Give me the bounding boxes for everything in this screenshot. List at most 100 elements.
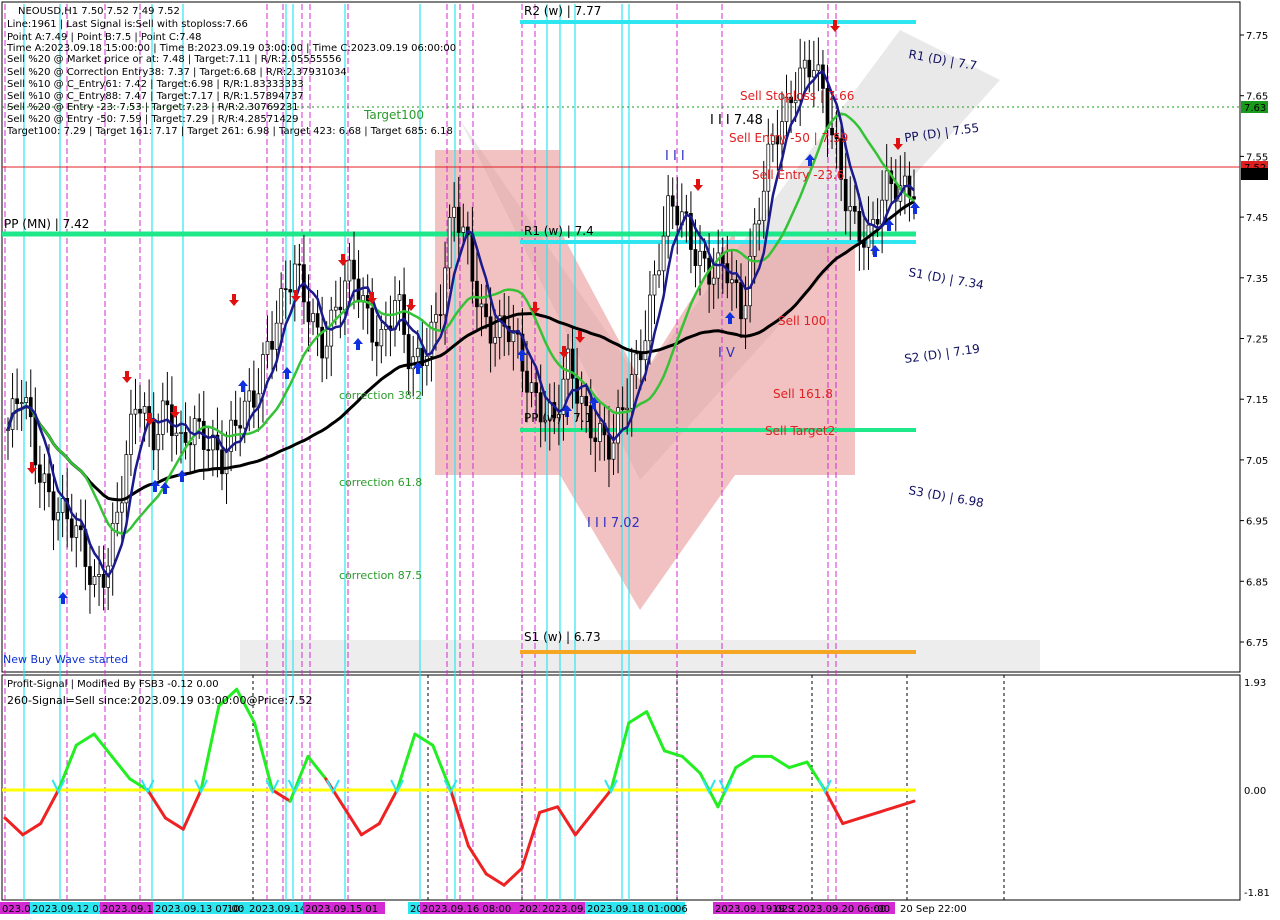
candle-body — [261, 354, 265, 395]
candle-body — [903, 175, 907, 187]
candle-body — [739, 282, 743, 320]
candle-body — [743, 305, 748, 320]
wave-top-label: I I I — [665, 149, 685, 164]
candle-body — [129, 413, 133, 455]
candle-body — [625, 407, 630, 411]
candle-body — [611, 442, 616, 460]
candle-body — [757, 220, 762, 225]
correction-61-label: correction 61.8 — [339, 476, 422, 489]
sell-stoploss-label: Sell Stoploss | 7.66 — [740, 89, 854, 103]
candle-body — [92, 576, 97, 585]
candle-body — [283, 288, 288, 291]
candle-body — [534, 382, 538, 394]
candle-body — [811, 70, 816, 78]
time-label: 2023.09.15 01 — [305, 904, 378, 915]
time-label: 20 Sep 22:00 — [900, 904, 967, 915]
candle-body — [160, 400, 165, 435]
candle-body — [607, 434, 611, 460]
candle-body — [488, 316, 493, 344]
candle-body — [652, 274, 657, 296]
candle-body — [848, 206, 853, 212]
candle-body — [370, 307, 375, 343]
time-axis: 023.092023.09.12 02:02023.09.1 2023.09.13… — [0, 902, 967, 915]
candle-body — [725, 263, 730, 284]
candle-body — [88, 566, 92, 585]
candle-body — [752, 223, 757, 257]
candle-body — [661, 235, 666, 272]
candle-body — [374, 341, 379, 347]
candle-body — [807, 59, 812, 78]
candle-body — [443, 267, 447, 316]
candle-body — [402, 294, 406, 335]
candle-body — [224, 451, 229, 475]
candle-body — [274, 322, 279, 350]
candle-body — [397, 294, 402, 301]
candle-body — [620, 407, 625, 411]
candle-body — [579, 396, 584, 404]
price-tick-label: 7.15 — [1246, 395, 1268, 406]
candle-body — [852, 206, 857, 212]
candle-body — [206, 449, 211, 451]
candle-body — [124, 454, 129, 504]
time-label: 10: — [227, 904, 243, 915]
candle-body — [192, 418, 197, 446]
candle-body — [311, 313, 315, 323]
price-tag-black-text: 7.52 — [1244, 170, 1266, 181]
sell-entry-50-label: Sell Entry -50 | 7.59 — [729, 131, 848, 145]
candle-body — [598, 423, 602, 442]
price-tick-label: 6.85 — [1246, 577, 1268, 588]
candle-body — [238, 425, 243, 429]
candle-body — [165, 400, 170, 406]
candle-body — [315, 313, 320, 328]
chart-canvas[interactable]: NEOUSD,H1 7.50 7.52 7.49 7.52 Line:1961 … — [0, 0, 1280, 920]
price-tick-label: 7.05 — [1246, 456, 1268, 467]
candle-body — [629, 374, 634, 409]
candle-body — [156, 434, 161, 451]
candle-body — [648, 294, 652, 342]
candle-body — [265, 340, 270, 355]
candle-body — [461, 226, 466, 233]
candle-body — [333, 306, 338, 311]
candle-body — [493, 337, 497, 344]
candle-body — [447, 217, 452, 269]
time-label: 2023.09.18 01:00 — [587, 904, 676, 915]
sell-target2-label: Sell Target2 — [765, 424, 835, 438]
info-line: Line:1961 | Last Signal is:Sell with sto… — [7, 19, 248, 30]
candle-body — [247, 390, 252, 402]
candle-body — [452, 206, 457, 218]
candle-body — [60, 498, 65, 513]
candle-body — [748, 255, 752, 307]
time-label: 2023.09.16 08:00 — [422, 904, 511, 915]
candle-body — [693, 249, 698, 266]
candle-body — [593, 437, 598, 442]
target100-label: Target100 — [363, 108, 424, 122]
candle-body — [352, 259, 356, 280]
candle-body — [816, 64, 821, 71]
price-tick-label: 7.75 — [1246, 31, 1268, 42]
symbol-line: NEOUSD,H1 7.50 7.52 7.49 7.52 — [18, 6, 180, 17]
candle-body — [434, 314, 438, 323]
candle-body — [730, 279, 734, 284]
candle-body — [324, 345, 329, 359]
candle-body — [843, 178, 848, 212]
sell-entry-23-label: Sell Entry -23.6 — [752, 168, 844, 182]
buy-wave-label: New Buy Wave started — [3, 653, 128, 666]
candle-body — [33, 416, 38, 466]
candle-body — [38, 464, 42, 483]
candle-body — [306, 301, 311, 323]
candle-body — [233, 419, 238, 426]
info-line: Sell %10 @ C_Entry88: 7.47 | Target:7.17… — [7, 91, 304, 102]
candle-body — [634, 353, 639, 375]
time-label: :00 — [874, 904, 890, 915]
candle-body — [51, 491, 56, 521]
sell-100-label: Sell 100 — [778, 314, 826, 328]
candle-body — [56, 512, 60, 521]
candle-body — [479, 303, 484, 308]
osc-signal-text: 260-Signal=Sell since:2023.09.19 03:00:0… — [7, 694, 313, 707]
info-line: Sell %20 @ Entry -50: 7.59 | Target:7.29… — [7, 114, 299, 125]
ppw-label: PP (w) | 7.1 — [524, 411, 592, 425]
candle-body — [170, 404, 174, 437]
candle-body — [142, 406, 147, 414]
candle-body — [675, 205, 680, 226]
candle-body — [475, 280, 479, 308]
